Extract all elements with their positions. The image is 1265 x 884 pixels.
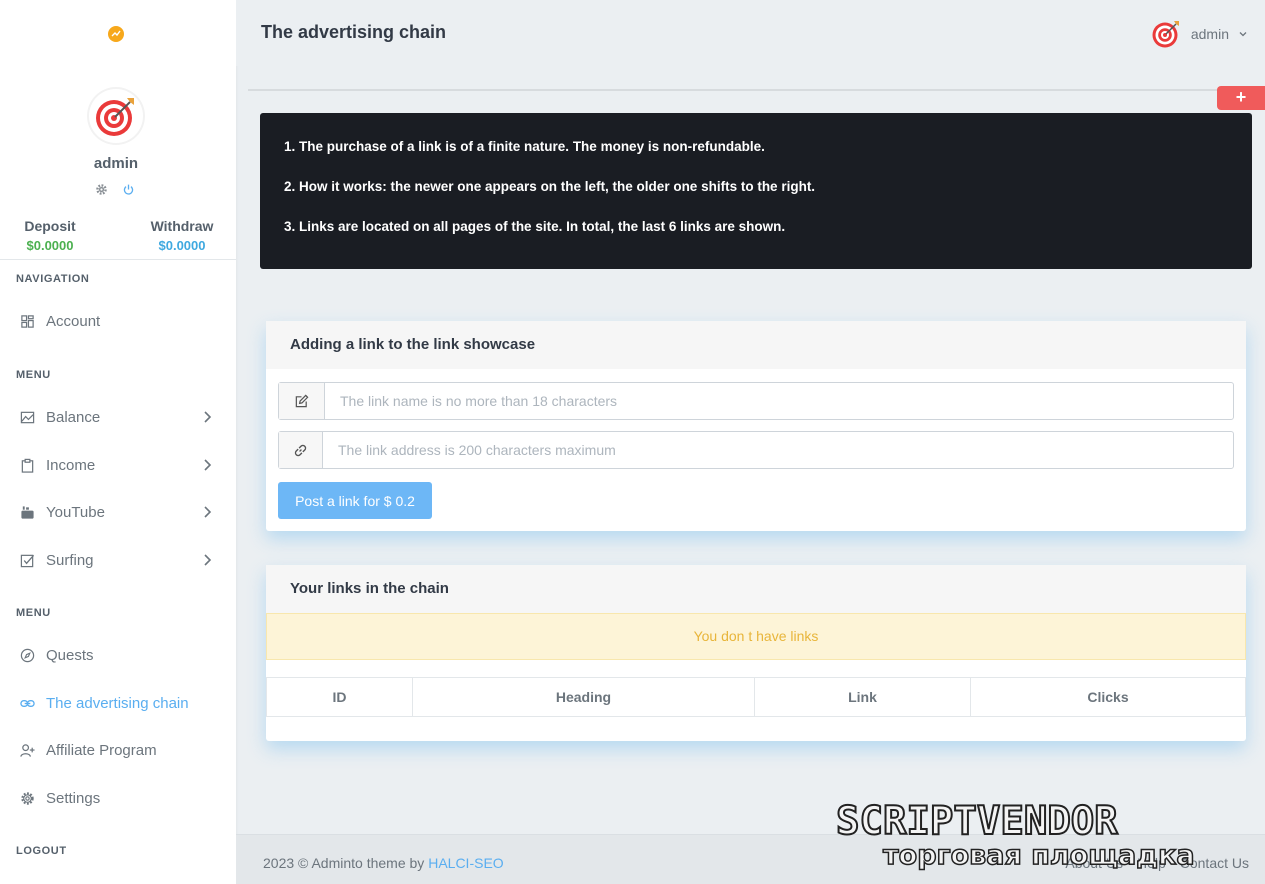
column-header-id[interactable]: ID xyxy=(266,677,413,717)
sidebar-item-settings[interactable]: Settings xyxy=(0,778,236,818)
rule-item: 1. The purchase of a link is of a finite… xyxy=(284,139,765,154)
links-table: ID Heading Link Clicks xyxy=(266,677,1246,717)
watermark-title: SCRIPTVENDOR xyxy=(835,799,1119,844)
user-menu-toggle[interactable]: admin xyxy=(1151,19,1247,49)
menu-title-menu: MENU xyxy=(16,369,51,381)
settings-icon xyxy=(19,790,35,806)
compass-icon xyxy=(19,647,35,663)
edit-icon xyxy=(279,383,325,419)
post-link-button[interactable]: Post a link for $ 0.2 xyxy=(278,482,432,519)
sidebar-item-affiliate[interactable]: Affiliate Program xyxy=(0,730,236,770)
sidebar-username[interactable]: admin xyxy=(0,155,232,172)
chain-link-icon xyxy=(279,432,323,468)
sidebar-item-label: Account xyxy=(46,312,101,330)
links-card-title: Your links in the chain xyxy=(266,565,1246,613)
deposit-value: $0.0000 xyxy=(26,238,74,253)
chevron-right-icon xyxy=(204,506,212,518)
sidebar-item-account[interactable]: Account xyxy=(0,301,236,341)
page-divider xyxy=(248,89,1265,91)
withdraw-value: $0.0000 xyxy=(158,238,206,253)
top-username: admin xyxy=(1190,26,1229,42)
menu-title-navigation: NAVIGATION xyxy=(16,273,90,285)
avatar[interactable] xyxy=(89,89,143,143)
watermark: SCRIPTVENDOR торговая площадка xyxy=(835,799,1252,872)
footer-copyright: 2023 © Adminto theme by HALCI-SEO xyxy=(263,855,504,871)
sidebar-item-surfing[interactable]: Surfing xyxy=(0,540,236,580)
sidebar-item-label: Quests xyxy=(46,646,94,664)
dashboard-icon xyxy=(19,313,35,329)
gear-icon[interactable] xyxy=(94,182,108,196)
chevron-right-icon xyxy=(204,411,212,423)
youtube-icon xyxy=(19,504,35,520)
topbar: The advertising chain admin xyxy=(236,0,1265,66)
chevron-right-icon xyxy=(204,459,212,471)
sidebar-item-label: Surfing xyxy=(46,551,94,569)
chart-image-icon xyxy=(19,409,35,425)
copyright-text: 2023 © Adminto theme by xyxy=(263,855,429,871)
sidebar-item-label: Balance xyxy=(46,408,101,426)
link-icon xyxy=(19,695,35,711)
chevron-down-icon xyxy=(1239,32,1247,37)
link-address-input[interactable] xyxy=(323,432,1233,468)
sidebar-item-youtube[interactable]: YouTube xyxy=(0,492,236,532)
sidebar-item-advertising-chain[interactable]: The advertising chain xyxy=(0,683,236,723)
logo-icon[interactable] xyxy=(108,26,124,42)
menu-title-menu-2: MENU xyxy=(16,607,51,619)
rule-item: 2. How it works: the newer one appears o… xyxy=(284,179,816,194)
balance-summary: Deposit $0.0000 Withdraw $0.0000 xyxy=(0,218,236,260)
sidebar-item-income[interactable]: Income xyxy=(0,445,236,485)
author-link[interactable]: HALCI-SEO xyxy=(428,855,503,871)
add-link-card-title: Adding a link to the link showcase xyxy=(266,321,1246,369)
sidebar-item-balance[interactable]: Balance xyxy=(0,397,236,437)
column-header-link[interactable]: Link xyxy=(754,677,971,717)
sidebar: admin Deposit $0.0000 Withdraw $0.0000 N… xyxy=(0,0,236,884)
column-header-heading[interactable]: Heading xyxy=(412,677,755,717)
column-header-clicks[interactable]: Clicks xyxy=(970,677,1246,717)
sidebar-item-label: YouTube xyxy=(46,503,105,521)
sidebar-item-label: Income xyxy=(46,456,96,474)
add-button[interactable]: + xyxy=(1217,86,1265,110)
page-title: The advertising chain xyxy=(261,22,447,42)
sidebar-item-label: The advertising chain xyxy=(46,694,189,712)
power-icon[interactable] xyxy=(121,182,135,196)
logout-link[interactable]: LOGOUT xyxy=(16,845,67,857)
sidebar-item-label: Settings xyxy=(46,789,101,807)
withdraw-summary[interactable]: Withdraw $0.0000 xyxy=(144,218,220,253)
user-avatar-icon xyxy=(1152,21,1179,48)
sidebar-item-label: Affiliate Program xyxy=(46,741,157,759)
link-address-group xyxy=(278,431,1234,469)
links-card: Your links in the chain You don t have l… xyxy=(266,565,1246,741)
deposit-label: Deposit xyxy=(24,218,76,234)
link-name-input[interactable] xyxy=(325,383,1233,419)
rules-panel: 1. The purchase of a link is of a finite… xyxy=(260,113,1252,269)
rule-item: 3. Links are located on all pages of the… xyxy=(284,219,786,234)
withdraw-label: Withdraw xyxy=(150,218,214,234)
watermark-subtitle: торговая площадка xyxy=(882,839,1195,872)
user-plus-icon xyxy=(19,742,35,758)
chevron-right-icon xyxy=(204,554,212,566)
empty-links-notice: You don t have links xyxy=(266,613,1246,660)
link-name-group xyxy=(278,382,1234,420)
checkbox-icon xyxy=(19,552,35,568)
sidebar-item-quests[interactable]: Quests xyxy=(0,635,236,675)
clipboard-icon xyxy=(19,457,35,473)
target-avatar-icon xyxy=(96,98,134,136)
add-link-card: Adding a link to the link showcase Post … xyxy=(266,321,1246,531)
deposit-summary[interactable]: Deposit $0.0000 xyxy=(18,218,82,253)
